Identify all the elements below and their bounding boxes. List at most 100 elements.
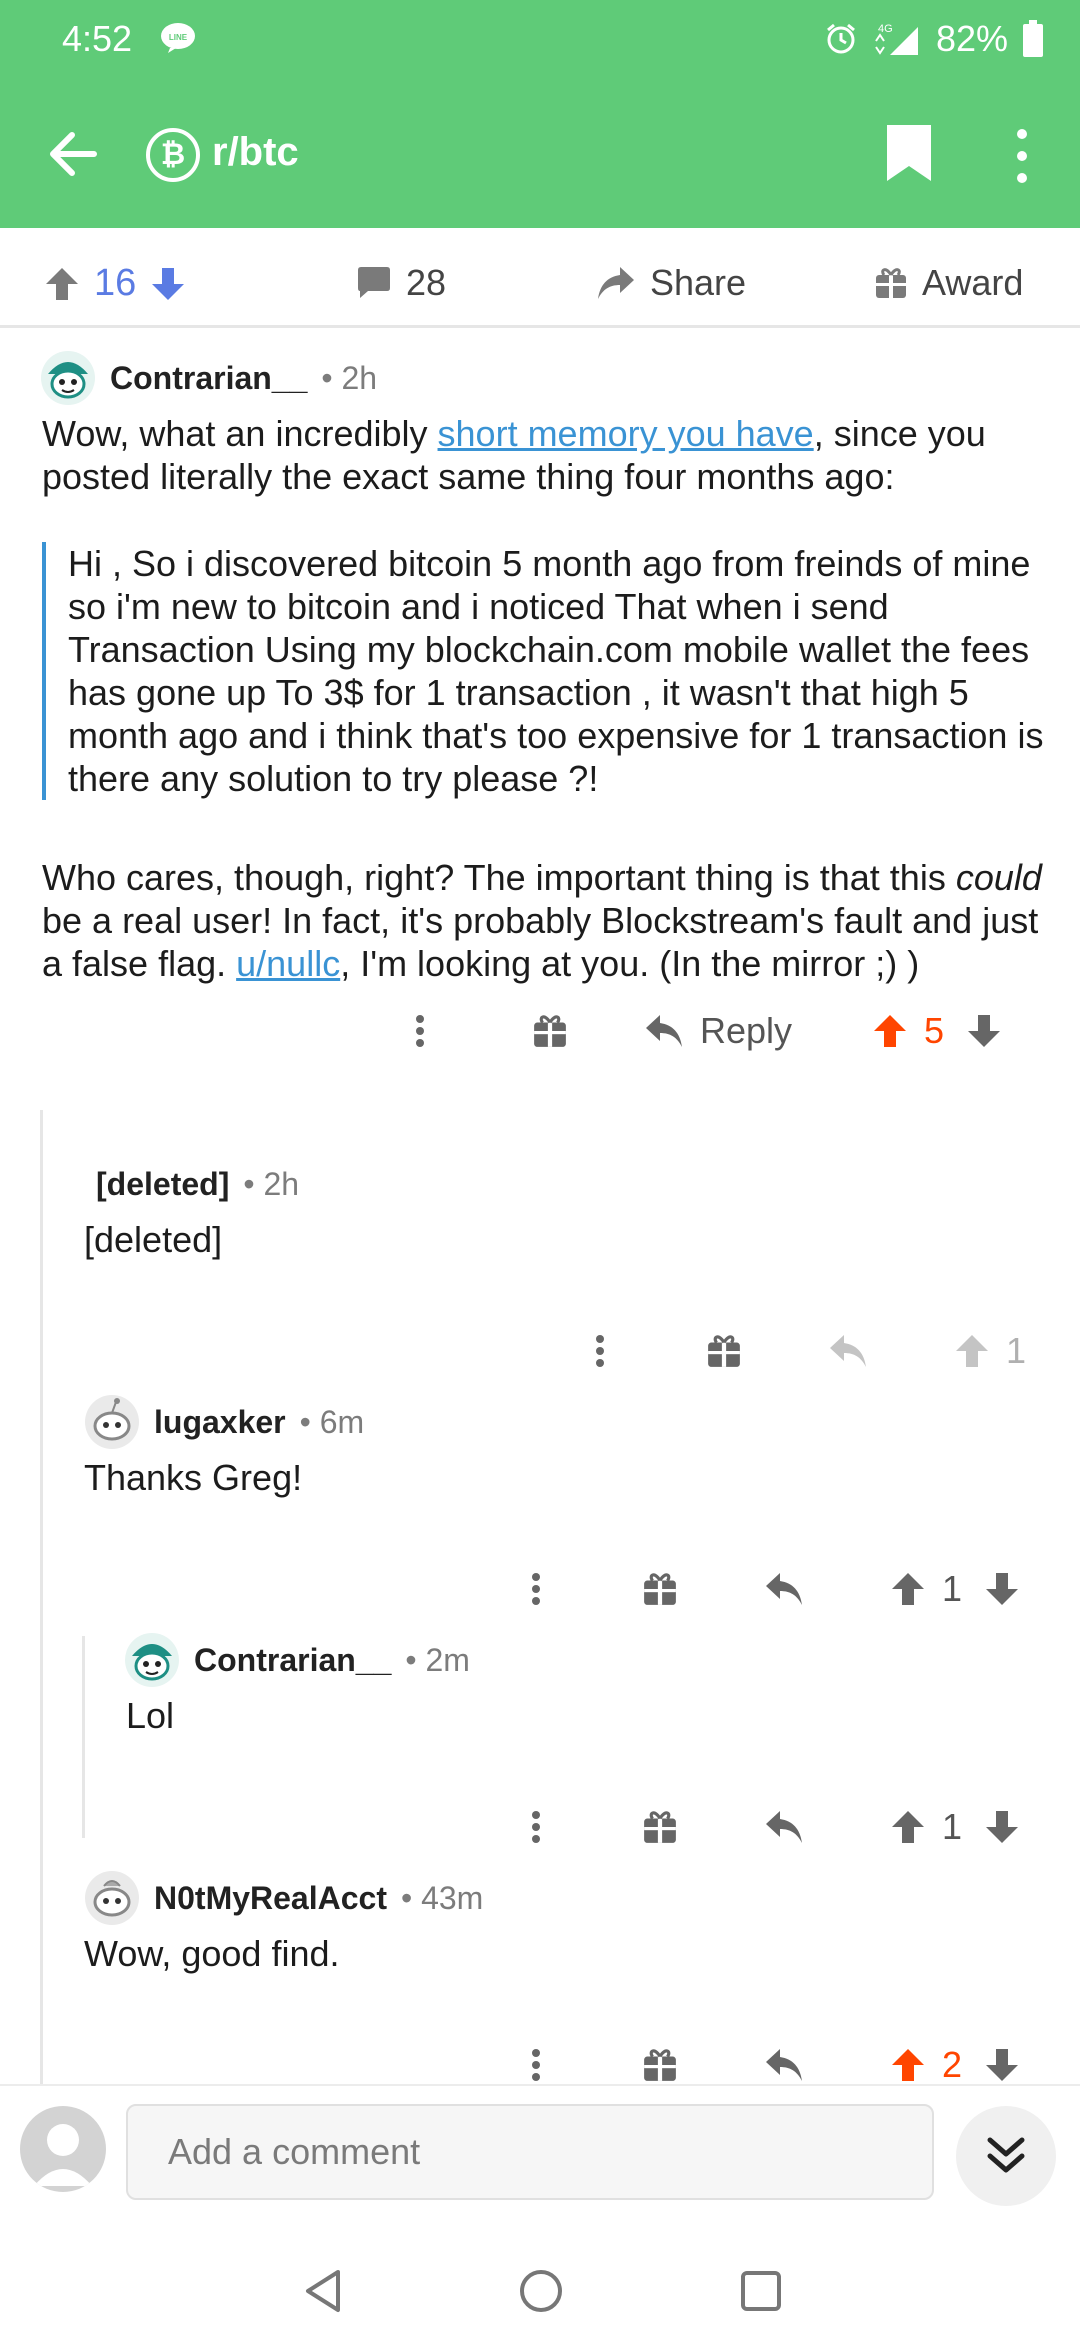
expand-button[interactable] (956, 2106, 1056, 2206)
share-arrow-icon (598, 267, 634, 299)
reply-arrow-icon[interactable] (764, 1809, 804, 1845)
alarm-icon (826, 23, 855, 54)
comment-author[interactable]: lugaxker (154, 1404, 286, 1441)
more-vert-icon[interactable] (516, 1807, 556, 1847)
comment-author[interactable]: Contrarian__ (194, 1642, 391, 1679)
signal-icon: 4G (875, 23, 918, 55)
nav-recents-icon[interactable] (736, 2266, 786, 2316)
downvote-icon[interactable] (150, 266, 186, 302)
comment-link[interactable]: short memory you have (438, 413, 814, 454)
vote-count: 5 (924, 1010, 945, 1051)
nav-back-icon[interactable] (298, 2266, 348, 2316)
upvote-icon[interactable] (890, 2047, 926, 2083)
subreddit-bitcoin-icon[interactable]: ₿ (146, 128, 200, 182)
gift-icon (876, 268, 906, 298)
comment-age: • 43m (400, 1879, 484, 1916)
back-arrow-icon[interactable] (40, 122, 104, 186)
vote-count: 1 (942, 1568, 963, 1609)
gift-icon[interactable] (532, 1013, 568, 1049)
comment-actions: 2 (516, 2044, 1020, 2086)
gift-icon[interactable] (642, 1809, 678, 1845)
comment-age: • 2h (243, 1166, 300, 1202)
comment-header: N0tMyRealAcct • 43m (84, 1870, 483, 1926)
upvote-icon (956, 1335, 988, 1367)
more-vert-icon[interactable] (516, 2045, 556, 2085)
user-link[interactable]: u/nullc (236, 943, 340, 984)
upvote-icon[interactable] (890, 1571, 926, 1607)
line-icon: LINE (161, 23, 195, 53)
more-vert-icon[interactable] (400, 1011, 440, 1051)
reply-arrow-icon[interactable] (764, 1571, 804, 1607)
app-header: 4:52 LINE 4G 82% ₿ r/btc (0, 0, 1080, 228)
nav-home-icon[interactable] (516, 2266, 566, 2316)
share-button[interactable]: Share (596, 262, 746, 304)
comment-body: Lol (126, 1695, 175, 1736)
comment-header: Contrarian__ • 2m (124, 1632, 470, 1688)
add-comment-input[interactable]: Add a comment (126, 2104, 934, 2200)
app-bar: ₿ r/btc (0, 80, 1080, 228)
comment-bubble-icon (358, 267, 390, 298)
snoo-avatar-teal[interactable] (124, 1632, 180, 1688)
comment-age: • 2h (321, 359, 378, 396)
more-vert-icon[interactable] (516, 1569, 556, 1609)
subreddit-name[interactable]: r/btc (212, 130, 299, 175)
more-vert-icon[interactable] (580, 1331, 620, 1371)
downvote-icon[interactable] (984, 1809, 1020, 1845)
comments-button[interactable]: 28 (356, 262, 446, 304)
comment-actions: Reply 5 (400, 1010, 1002, 1052)
downvote-icon[interactable] (966, 1013, 1002, 1049)
comment-author[interactable]: N0tMyRealAcct (154, 1880, 387, 1917)
comment-body: Wow, good find. (84, 1933, 340, 1974)
snoo-avatar-gray[interactable] (84, 1870, 140, 1926)
vote-count: 1 (942, 1806, 963, 1847)
more-vert-icon[interactable] (1002, 124, 1042, 188)
gift-icon[interactable] (642, 2047, 678, 2083)
svg-text:4G: 4G (878, 23, 893, 35)
downvote-icon[interactable] (984, 2047, 1020, 2083)
upvote-icon[interactable] (44, 266, 80, 302)
comment-header: Contrarian__ • 2h (40, 350, 377, 406)
thread-line (40, 1110, 43, 2090)
share-label: Share (650, 262, 747, 303)
gift-icon[interactable] (642, 1571, 678, 1607)
comment-age: • 6m (299, 1403, 365, 1440)
post-action-bar: 16 28 Share Award (0, 228, 1080, 328)
battery-percent: 82% (935, 18, 1008, 59)
system-nav-bar (0, 2236, 1080, 2340)
comment-actions: 1 (516, 1568, 1020, 1610)
status-time: 4:52 (62, 18, 133, 59)
gift-icon[interactable] (706, 1333, 742, 1369)
comment-count: 28 (406, 262, 447, 303)
award-button[interactable]: Award (874, 262, 1023, 304)
vote-count: 2 (942, 2044, 963, 2085)
reply-arrow-icon (830, 1335, 866, 1367)
user-placeholder-icon (34, 2124, 92, 2186)
reply-button[interactable]: Reply (644, 1010, 792, 1052)
bookmark-icon[interactable] (884, 122, 934, 184)
vote-count: 1 (1006, 1330, 1027, 1371)
comment-author[interactable]: Contrarian__ (110, 360, 307, 397)
svg-text:LINE: LINE (169, 33, 188, 42)
comment-actions: 1 (516, 1806, 1020, 1848)
comment-actions-disabled: 1 (580, 1330, 1026, 1372)
post-vote-count: 16 (94, 262, 137, 304)
comment-header: [deleted] • 2h (96, 1166, 299, 1203)
battery-icon (1023, 20, 1043, 57)
comment-body: Thanks Greg! (84, 1457, 303, 1498)
upvote-icon[interactable] (872, 1013, 908, 1049)
reply-arrow-icon (646, 1015, 682, 1047)
snoo-avatar-gray[interactable] (84, 1394, 140, 1450)
award-label: Award (922, 262, 1024, 303)
snoo-avatar-teal[interactable] (40, 350, 96, 406)
comment-body: Wow, what an incredibly short memory you… (42, 413, 986, 497)
comment-composer: Add a comment (0, 2084, 1080, 2236)
comment-body: [deleted] (84, 1219, 223, 1260)
user-avatar[interactable] (20, 2106, 106, 2192)
comment-body-continued: Who cares, though, right? The important … (42, 857, 1042, 984)
double-chevron-down-icon (987, 2137, 1025, 2173)
status-bar: 4:52 LINE 4G 82% (0, 0, 1080, 80)
upvote-icon[interactable] (890, 1809, 926, 1845)
comment-author: [deleted] (96, 1166, 230, 1202)
downvote-icon[interactable] (984, 1571, 1020, 1607)
reply-arrow-icon[interactable] (764, 2047, 804, 2083)
